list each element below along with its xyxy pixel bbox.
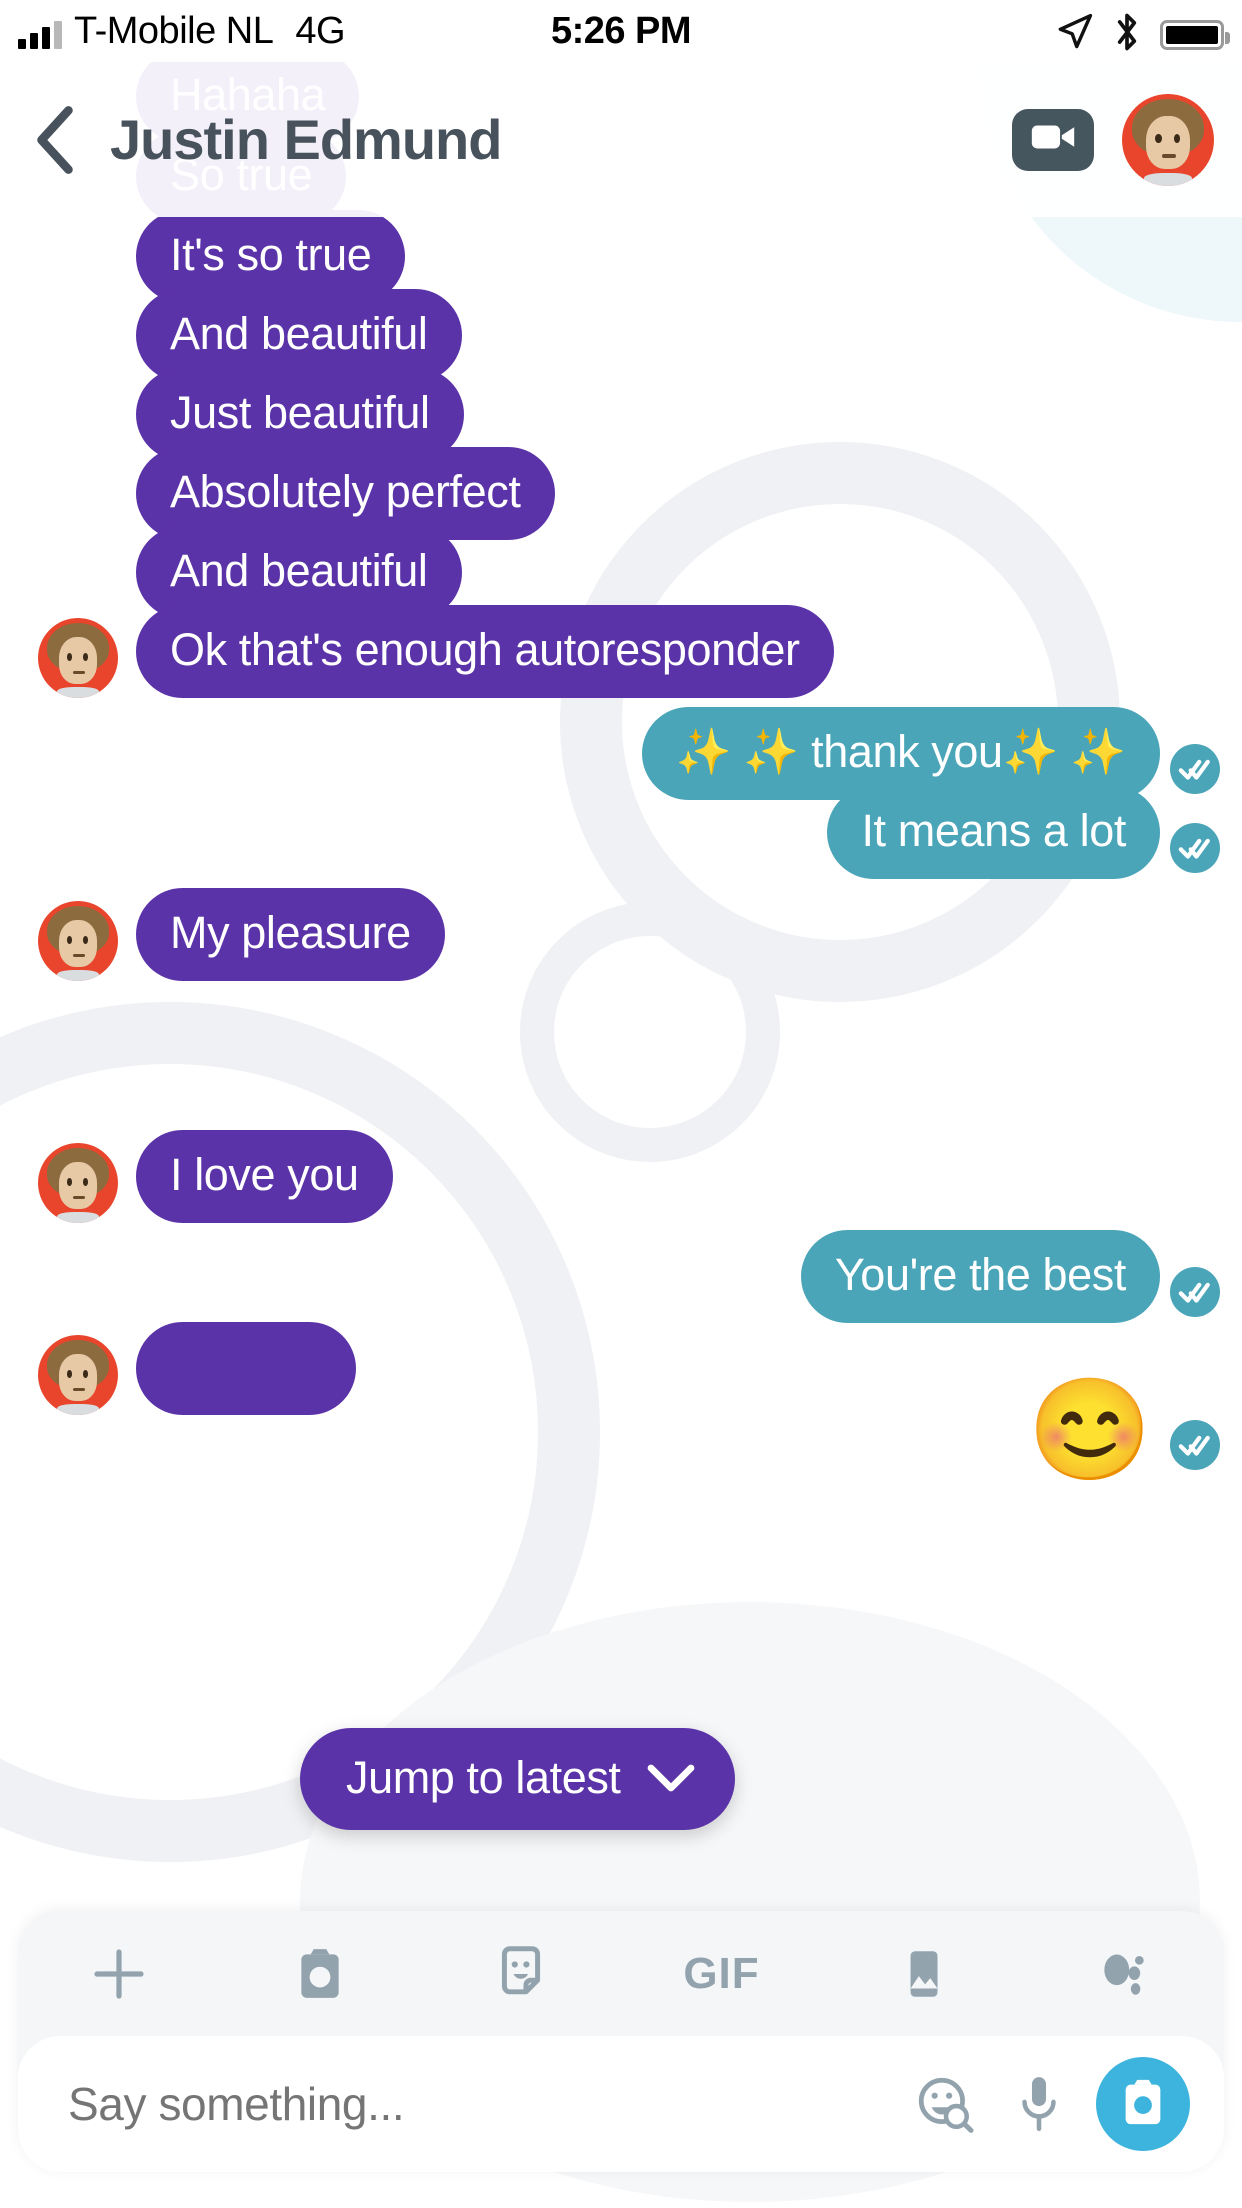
conversation-header: Justin Edmund: [0, 62, 1242, 217]
wallpaper-ring-3: [520, 902, 780, 1162]
contact-avatar[interactable]: [1122, 93, 1214, 186]
message-composer: GIF: [18, 1911, 1224, 2172]
message-bubble[interactable]: You're the best: [800, 1230, 1160, 1323]
page-title: Justin Edmund: [110, 108, 502, 171]
avatar[interactable]: [38, 618, 118, 698]
avatar[interactable]: [38, 1143, 118, 1223]
message-input[interactable]: [68, 2077, 874, 2131]
message-bubble[interactable]: [136, 1322, 356, 1415]
message-row[interactable]: It means a lot: [827, 786, 1242, 879]
camera-icon[interactable]: [219, 1911, 420, 2036]
emoji-search-icon[interactable]: [914, 2073, 976, 2135]
message-row[interactable]: My pleasure: [38, 888, 445, 981]
battery-icon: [1160, 19, 1230, 50]
phone-screen: You're more powerful than electricity Ha…: [0, 0, 1242, 2208]
microphone-icon[interactable]: [1016, 2073, 1062, 2135]
status-bar: T-Mobile NL 4G 5:26 PM: [0, 0, 1242, 62]
sticker-icon[interactable]: [420, 1911, 621, 2036]
back-button[interactable]: [0, 62, 110, 217]
message-row[interactable]: Ok that's enough autoresponder: [38, 605, 834, 698]
message-row[interactable]: [38, 1322, 356, 1415]
message-bubble[interactable]: I love you: [136, 1130, 393, 1223]
camera-icon: [1116, 2075, 1170, 2134]
avatar[interactable]: [38, 1335, 118, 1415]
plus-icon[interactable]: [18, 1911, 219, 2036]
message-input-row[interactable]: [18, 2036, 1224, 2172]
read-receipt-icon: [1170, 1420, 1220, 1470]
message-bubble[interactable]: My pleasure: [136, 888, 445, 981]
camera-send-button[interactable]: [1096, 2057, 1190, 2151]
video-call-button[interactable]: [1012, 108, 1094, 171]
message-row[interactable]: I love you: [38, 1130, 393, 1223]
message-row[interactable]: 😊: [1027, 1380, 1242, 1480]
read-receipt-icon: [1170, 823, 1220, 873]
emoji-message[interactable]: 😊: [1027, 1380, 1152, 1480]
location-arrow-icon: [1054, 12, 1094, 57]
chat-scroll-area[interactable]: Hahaha So true It's so true And beautifu…: [0, 62, 1242, 2208]
gif-icon[interactable]: GIF: [621, 1911, 822, 2036]
jump-to-latest-label: Jump to latest: [346, 1752, 621, 1803]
composer-toolbar: GIF: [18, 1911, 1224, 2036]
avatar[interactable]: [38, 901, 118, 981]
message-bubble[interactable]: Ok that's enough autoresponder: [136, 605, 834, 698]
assistant-icon[interactable]: [1023, 1911, 1224, 2036]
read-receipt-icon: [1170, 1267, 1220, 1317]
photo-icon[interactable]: [822, 1911, 1023, 2036]
gif-label: GIF: [683, 1948, 760, 1998]
status-bar-right: [1054, 10, 1230, 59]
back-chevron-icon: [32, 105, 78, 175]
message-bubble[interactable]: It means a lot: [827, 786, 1160, 879]
chevron-down-icon: [647, 1752, 695, 1804]
message-row[interactable]: You're the best: [800, 1230, 1242, 1323]
bluetooth-icon: [1112, 10, 1142, 59]
jump-to-latest-button[interactable]: Jump to latest: [300, 1728, 735, 1830]
video-camera-icon: [1030, 122, 1076, 157]
